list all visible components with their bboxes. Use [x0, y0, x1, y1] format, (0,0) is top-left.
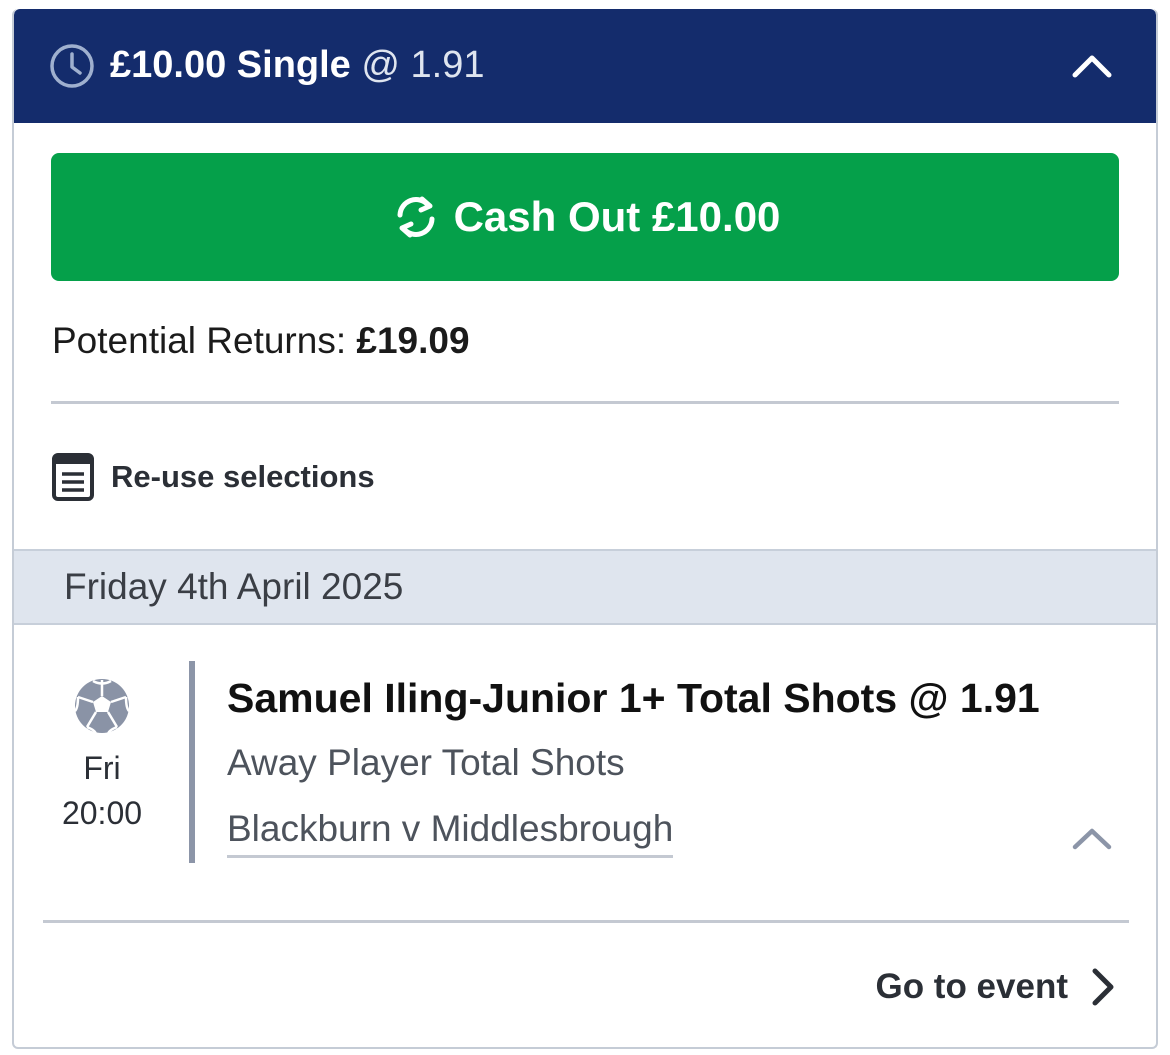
potential-returns: Potential Returns: £19.09: [52, 317, 470, 365]
chevron-right-icon: [1092, 968, 1114, 1006]
bet-stake: £10.00 Single: [110, 44, 351, 86]
reuse-selections-label: Re-use selections: [111, 459, 375, 494]
selection-day: Fri: [83, 750, 121, 786]
divider: [43, 920, 1129, 923]
divider: [51, 401, 1119, 404]
cash-out-button[interactable]: Cash Out £10.00: [51, 153, 1119, 281]
refresh-icon: [397, 196, 435, 238]
cash-out-label: Cash Out £10.00: [453, 193, 781, 240]
selection-event-link[interactable]: Blackburn v Middlesbrough: [227, 805, 674, 858]
document-icon: [52, 453, 94, 501]
selection-accent-bar: [189, 661, 195, 863]
bet-card: £10.00 Single @ 1.91 Cash Out £10.00 Pot…: [12, 9, 1158, 1049]
reuse-selections-button[interactable]: Re-use selections: [51, 452, 375, 502]
go-to-event-label: Go to event: [875, 967, 1068, 1006]
chevron-up-icon[interactable]: [1070, 49, 1114, 81]
selection-time-block: Fri 20:00: [54, 677, 150, 837]
bet-header[interactable]: £10.00 Single @ 1.91: [14, 9, 1156, 123]
selection-title: Samuel Iling-Junior 1+ Total Shots @ 1.9…: [227, 675, 1040, 721]
bet-odds: @ 1.91: [361, 44, 485, 86]
selection-time: 20:00: [61, 795, 143, 831]
event-date: Friday 4th April 2025: [64, 566, 404, 607]
go-to-event-link[interactable]: Go to event: [875, 961, 1116, 1013]
selection-market: Away Player Total Shots: [227, 742, 625, 783]
clock-icon: [50, 44, 94, 88]
date-bar: Friday 4th April 2025: [14, 549, 1156, 625]
chevron-up-icon[interactable]: [1070, 823, 1114, 853]
bet-title: £10.00 Single @ 1.91: [110, 40, 484, 90]
potential-returns-value: £19.09: [356, 320, 470, 361]
potential-returns-label: Potential Returns:: [52, 320, 347, 361]
football-icon: [74, 679, 130, 735]
